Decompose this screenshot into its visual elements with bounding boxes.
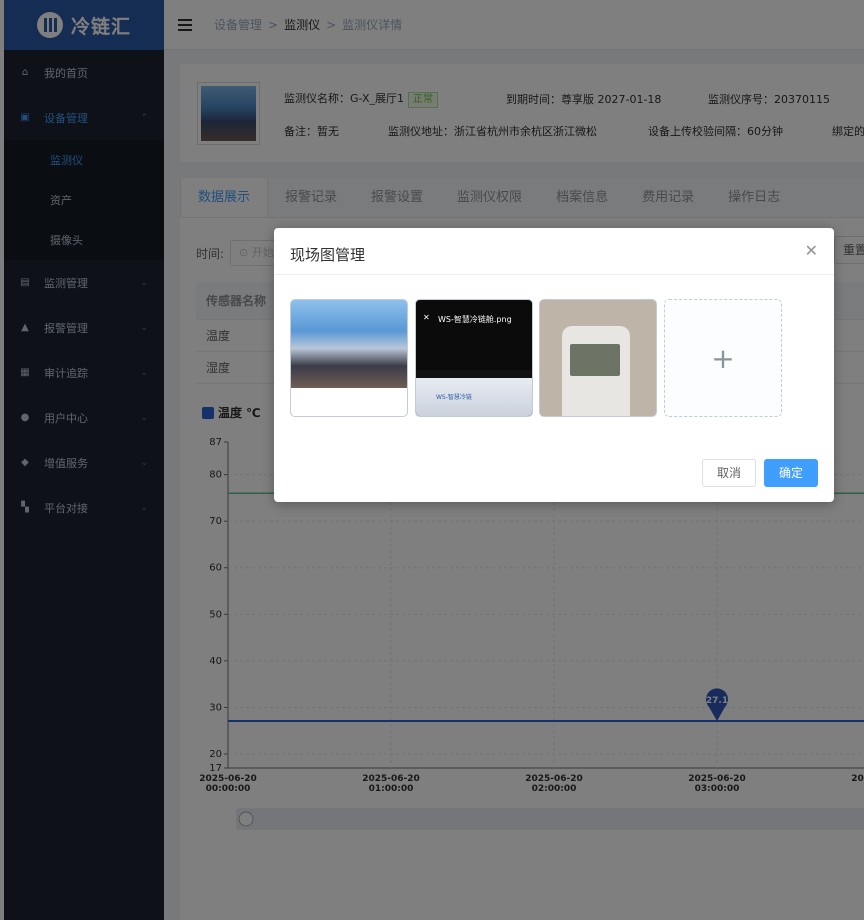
dialog-footer: 取消 确定 [702, 459, 818, 487]
device-box-photo [416, 378, 533, 417]
close-icon[interactable]: ✕ [805, 241, 818, 260]
device-screen [570, 344, 620, 376]
add-image-button[interactable]: + [664, 299, 782, 417]
image-manager-dialog: 现场图管理 ✕ ✕ WS-智慧冷链舱.png WS-智慧冷链 + 取消 确定 [274, 228, 834, 502]
site-image-1[interactable] [290, 299, 408, 417]
cancel-button[interactable]: 取消 [702, 459, 756, 487]
image-caption: WS-智慧冷链舱.png [438, 314, 512, 325]
site-image-3[interactable] [539, 299, 657, 417]
dialog-title: 现场图管理 [290, 244, 365, 265]
plus-icon: + [711, 342, 734, 375]
close-icon: ✕ [423, 313, 430, 322]
site-image-2[interactable]: ✕ WS-智慧冷链舱.png WS-智慧冷链 [415, 299, 533, 417]
divider [274, 274, 834, 275]
image-brand: WS-智慧冷链 [436, 392, 472, 401]
confirm-button[interactable]: 确定 [764, 459, 818, 487]
phone-screenshot: ✕ WS-智慧冷链舱.png [416, 300, 533, 370]
exhibition-photo [291, 300, 408, 388]
